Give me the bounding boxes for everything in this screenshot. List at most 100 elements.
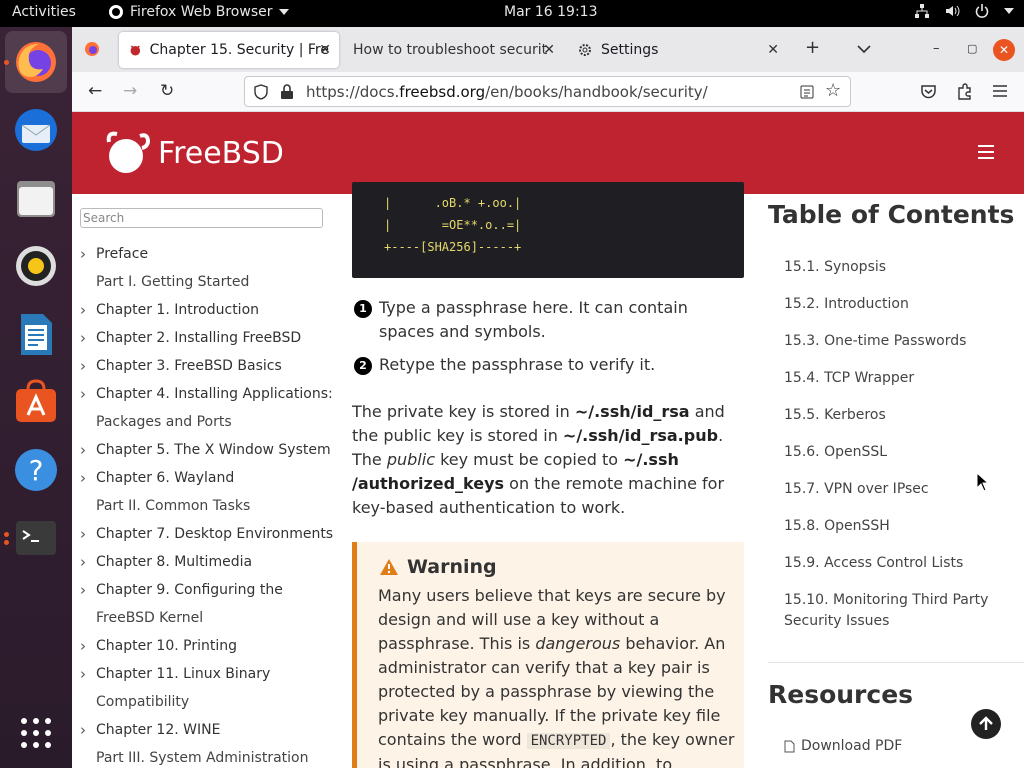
help-icon: ? bbox=[15, 449, 57, 491]
toc-item[interactable]: 15.4. TCP Wrapper bbox=[784, 360, 1004, 397]
dock-writer[interactable] bbox=[13, 311, 59, 357]
maximize-button[interactable]: ▢ bbox=[967, 42, 977, 55]
code-block: | .oB.* +.oo.| | =OE**.o..=| +----[SHA256]… bbox=[352, 182, 744, 278]
code-line: | .oB.* +.oo.| bbox=[384, 196, 522, 210]
toc-item[interactable]: 15.6. OpenSSL bbox=[784, 434, 1004, 471]
reload-icon[interactable]: ↻ bbox=[160, 81, 174, 101]
chevron-right-icon[interactable]: › bbox=[80, 548, 86, 576]
tab-troubleshoot[interactable]: How to troubleshoot securit ✕ bbox=[343, 32, 563, 68]
firefox-view-icon[interactable] bbox=[84, 41, 100, 57]
sidebar-item-label: Chapter 8. Multimedia bbox=[96, 554, 253, 570]
activities-button[interactable]: Activities bbox=[12, 4, 76, 20]
toc-item[interactable]: 15.9. Access Control Lists bbox=[784, 545, 1004, 582]
running-indicator bbox=[4, 532, 9, 537]
dock-firefox[interactable] bbox=[5, 31, 67, 93]
back-to-top-button[interactable] bbox=[971, 709, 1001, 739]
document-icon bbox=[784, 740, 795, 752]
chevron-right-icon[interactable]: › bbox=[80, 660, 86, 688]
sidebar-item[interactable]: Compatibility bbox=[72, 688, 340, 716]
clock[interactable]: Mar 16 19:13 bbox=[504, 4, 597, 20]
chevron-right-icon[interactable]: › bbox=[80, 464, 86, 492]
reader-view-icon[interactable] bbox=[799, 84, 815, 100]
toc-item[interactable]: 15.8. OpenSSH bbox=[784, 508, 1004, 545]
dock-software[interactable] bbox=[13, 379, 59, 425]
software-store-icon bbox=[16, 379, 56, 422]
gnome-top-bar: Activities Firefox Web Browser Mar 16 19… bbox=[0, 0, 1024, 27]
sidebar-item[interactable]: › Chapter 8. Multimedia bbox=[72, 548, 340, 576]
search-input[interactable]: Search bbox=[80, 208, 323, 228]
chevron-right-icon[interactable]: › bbox=[80, 240, 86, 268]
tab-close-icon[interactable]: ✕ bbox=[543, 42, 555, 58]
download-pdf-link[interactable]: Download PDF bbox=[784, 738, 902, 754]
toc-item[interactable]: 15.2. Introduction bbox=[784, 286, 1004, 323]
dock-show-apps[interactable] bbox=[13, 710, 59, 756]
sidebar-item[interactable]: › Chapter 10. Printing bbox=[72, 632, 340, 660]
freebsd-logo[interactable]: FreeBSD bbox=[104, 130, 284, 176]
tab-close-icon[interactable]: ✕ bbox=[767, 42, 779, 58]
sidebar-item[interactable]: › Chapter 9. Configuring the bbox=[72, 576, 340, 604]
sidebar-item[interactable]: › Chapter 2. Installing FreeBSD bbox=[72, 324, 340, 352]
hamburger-menu-icon[interactable] bbox=[992, 84, 1008, 98]
sidebar-item[interactable]: › Chapter 5. The X Window System bbox=[72, 436, 340, 464]
sidebar-item-label: Part I. Getting Started bbox=[96, 274, 250, 290]
sidebar-item-label: Packages and Ports bbox=[96, 414, 232, 430]
dock-rhythmbox[interactable] bbox=[13, 243, 59, 289]
sidebar-item[interactable]: Part I. Getting Started bbox=[72, 268, 340, 296]
sidebar-item[interactable]: › Chapter 12. WINE bbox=[72, 716, 340, 744]
chevron-right-icon[interactable]: › bbox=[80, 380, 86, 408]
chevron-right-icon[interactable]: › bbox=[80, 632, 86, 660]
sidebar-item[interactable]: Part III. System Administration bbox=[72, 744, 340, 768]
chevron-right-icon[interactable]: › bbox=[80, 352, 86, 380]
tab-security[interactable]: Chapter 15. Security | Fre ✕ bbox=[119, 32, 339, 68]
sidebar-item[interactable]: › Chapter 3. FreeBSD Basics bbox=[72, 352, 340, 380]
tab-settings[interactable]: Settings ✕ bbox=[567, 32, 787, 68]
tab-close-icon[interactable]: ✕ bbox=[319, 42, 331, 58]
lock-icon[interactable] bbox=[280, 84, 294, 100]
minimize-button[interactable]: – bbox=[933, 41, 940, 56]
sidebar-item[interactable]: Part II. Common Tasks bbox=[72, 492, 340, 520]
pocket-icon[interactable] bbox=[920, 83, 937, 100]
site-menu-icon[interactable] bbox=[978, 145, 994, 163]
chevron-right-icon[interactable]: › bbox=[80, 436, 86, 464]
toc-item[interactable]: 15.5. Kerberos bbox=[784, 397, 1004, 434]
sidebar-item[interactable]: FreeBSD Kernel bbox=[72, 604, 340, 632]
sidebar-item-label: Part III. System Administration bbox=[96, 750, 309, 766]
chevron-right-icon[interactable]: › bbox=[80, 324, 86, 352]
sidebar-item[interactable]: › Chapter 7. Desktop Environments bbox=[72, 520, 340, 548]
url-bar[interactable]: https://docs.freebsd.org/en/books/handbo… bbox=[244, 76, 851, 107]
toc-item[interactable]: 15.10. Monitoring Third Party Security I… bbox=[784, 582, 1004, 629]
sidebar-item-label: Chapter 10. Printing bbox=[96, 638, 237, 654]
sidebar-item[interactable]: › Preface bbox=[72, 240, 340, 268]
chevron-right-icon[interactable]: › bbox=[80, 296, 86, 324]
mouse-cursor-icon bbox=[976, 472, 988, 492]
network-icon bbox=[915, 4, 929, 18]
chevron-right-icon[interactable]: › bbox=[80, 716, 86, 744]
extensions-icon[interactable] bbox=[956, 83, 973, 100]
forward-icon[interactable]: → bbox=[123, 81, 137, 101]
bookmark-star-icon[interactable]: ☆ bbox=[825, 80, 841, 101]
app-menu[interactable]: Firefox Web Browser bbox=[108, 4, 289, 20]
toc-item[interactable]: 15.1. Synopsis bbox=[784, 249, 1004, 286]
dock-thunderbird[interactable] bbox=[13, 107, 59, 153]
dock-files[interactable] bbox=[13, 175, 59, 221]
chevron-down-icon[interactable] bbox=[857, 44, 871, 54]
sidebar-item[interactable]: › Chapter 1. Introduction bbox=[72, 296, 340, 324]
sidebar-item[interactable]: › Chapter 11. Linux Binary bbox=[72, 660, 340, 688]
sidebar-item[interactable]: Packages and Ports bbox=[72, 408, 340, 436]
callout-number: 2 bbox=[354, 357, 372, 375]
close-window-button[interactable]: ✕ bbox=[993, 39, 1015, 61]
chevron-right-icon[interactable]: › bbox=[80, 576, 86, 604]
dock-terminal[interactable] bbox=[13, 515, 59, 561]
chevron-right-icon[interactable]: › bbox=[80, 520, 86, 548]
code-line: | =OE**.o..=| bbox=[384, 218, 522, 232]
resources-title: Resources bbox=[768, 680, 914, 709]
system-tray[interactable] bbox=[914, 3, 1014, 19]
dock-help[interactable]: ? bbox=[13, 447, 59, 493]
back-icon[interactable]: ← bbox=[88, 81, 102, 101]
toc-item[interactable]: 15.7. VPN over IPsec bbox=[784, 471, 1004, 508]
new-tab-button[interactable]: + bbox=[805, 37, 820, 58]
toc-item[interactable]: 15.3. One-time Passwords bbox=[784, 323, 1004, 360]
sidebar-item[interactable]: › Chapter 4. Installing Applications: bbox=[72, 380, 340, 408]
sidebar-item[interactable]: › Chapter 6. Wayland bbox=[72, 464, 340, 492]
shield-icon[interactable] bbox=[253, 84, 269, 100]
